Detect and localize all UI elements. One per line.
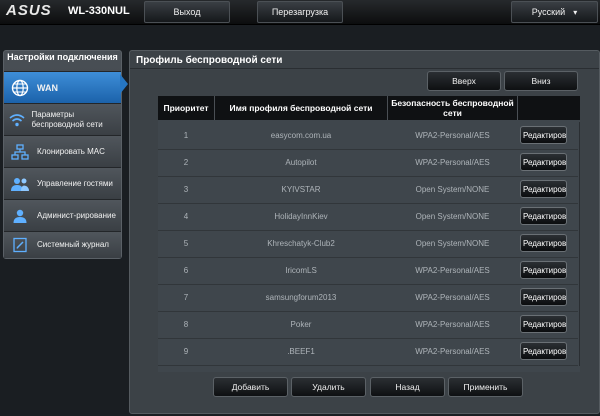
- security-cell: WPA2-Personal/AES: [415, 131, 490, 140]
- security-cell: WPA2-Personal/AES: [415, 266, 490, 275]
- sidebar-item-label: Параметры беспроводной сети: [31, 109, 103, 129]
- edit-button[interactable]: Редактиров: [520, 261, 567, 279]
- security-cell: WPA2-Personal/AES: [415, 293, 490, 302]
- priority-cell: 5: [183, 239, 189, 248]
- sidebar-item-guests[interactable]: Управление гостями: [4, 167, 121, 199]
- priority-cell: 4: [183, 212, 189, 221]
- priority-cell: 2: [183, 158, 189, 167]
- reboot-button[interactable]: Перезагрузка: [257, 1, 343, 23]
- edit-button[interactable]: Редактиров: [520, 288, 567, 306]
- sidebar-item-clone-mac[interactable]: Клонировать MAC: [4, 135, 121, 167]
- table-row[interactable]: 3 KYIVSTAR Open System/NONE Редактиров: [158, 176, 578, 204]
- sidebar: Настройки подключения WAN Параметры бесп…: [3, 50, 122, 259]
- table-row[interactable]: 8 Poker WPA2-Personal/AES Редактиров: [158, 311, 578, 339]
- profile-name-cell: samsungforum2013: [265, 293, 337, 302]
- table-row[interactable]: 5 Khreschatyk-Club2 Open System/NONE Ред…: [158, 230, 578, 258]
- column-header-security: Безопасность беспроводной сети: [388, 96, 518, 120]
- security-cell: WPA2-Personal/AES: [415, 320, 490, 329]
- profile-name-cell: .BEEF1: [287, 347, 315, 356]
- security-cell: WPA2-Personal/AES: [415, 347, 490, 356]
- profile-name-cell: Khreschatyk-Club2: [267, 239, 335, 248]
- sidebar-item-label: Управление гостями: [37, 178, 113, 188]
- back-button[interactable]: Назад: [370, 377, 445, 397]
- move-up-button[interactable]: Вверх: [427, 71, 501, 91]
- profile-name-cell: IricomLS: [285, 266, 317, 275]
- edit-button[interactable]: Редактиров: [520, 180, 567, 198]
- column-header-actions: [518, 96, 580, 120]
- priority-cell: 6: [183, 266, 189, 275]
- log-icon: [8, 237, 32, 253]
- chevron-down-icon: ▾: [573, 7, 578, 17]
- table-row[interactable]: 4 HolidayInnKiev Open System/NONE Редакт…: [158, 203, 578, 231]
- sidebar-item-wan[interactable]: WAN: [4, 71, 121, 103]
- profile-table: Приоритет Имя профиля беспроводной сети …: [158, 96, 580, 372]
- move-down-button[interactable]: Вниз: [504, 71, 578, 91]
- edit-button[interactable]: Редактиров: [520, 153, 567, 171]
- table-header: Приоритет Имя профиля беспроводной сети …: [158, 96, 580, 120]
- table-scrollbar[interactable]: [579, 122, 580, 366]
- network-icon: [8, 143, 32, 160]
- table-row[interactable]: 9 .BEEF1 WPA2-Personal/AES Редактиров: [158, 338, 578, 366]
- model-name: WL-330NUL: [68, 5, 130, 17]
- sidebar-item-administration[interactable]: Админист-рирование: [4, 199, 121, 231]
- priority-cell: 7: [183, 293, 189, 302]
- priority-cell: 8: [183, 320, 189, 329]
- priority-cell: 3: [183, 185, 189, 194]
- profile-name-cell: Poker: [290, 320, 312, 329]
- edit-button[interactable]: Редактиров: [520, 126, 567, 144]
- active-item-pointer: [120, 74, 128, 94]
- profile-name-cell: Autopilot: [285, 158, 317, 167]
- table-row[interactable]: 6 IricomLS WPA2-Personal/AES Редактиров: [158, 257, 578, 285]
- add-button[interactable]: Добавить: [213, 377, 288, 397]
- top-bar: ASUS WL-330NUL Выход Перезагрузка Русски…: [0, 0, 600, 25]
- sidebar-item-label: WAN: [37, 82, 58, 93]
- edit-button[interactable]: Редактиров: [520, 342, 567, 360]
- security-cell: Open System/NONE: [415, 185, 490, 194]
- sidebar-item-label: Системный журнал: [37, 240, 109, 249]
- security-cell: Open System/NONE: [415, 212, 490, 221]
- table-row[interactable]: 7 samsungforum2013 WPA2-Personal/AES Ред…: [158, 284, 578, 312]
- edit-button[interactable]: Редактиров: [520, 315, 567, 333]
- priority-cell: 9: [183, 347, 189, 356]
- logout-button[interactable]: Выход: [144, 1, 230, 23]
- asus-logo: ASUS: [6, 2, 52, 19]
- table-row[interactable]: 1 easycom.com.ua WPA2-Personal/AES Редак…: [158, 122, 578, 150]
- profile-name-cell: KYIVSTAR: [281, 185, 321, 194]
- sidebar-item-system-log[interactable]: Системный журнал: [4, 231, 121, 258]
- security-cell: WPA2-Personal/AES: [415, 158, 490, 167]
- edit-button[interactable]: Редактиров: [520, 207, 567, 225]
- sidebar-item-label: Админист-рирование: [37, 210, 116, 220]
- edit-button[interactable]: Редактиров: [520, 234, 567, 252]
- main-panel: Профиль беспроводной сети Вверх Вниз При…: [129, 50, 600, 414]
- profile-name-cell: HolidayInnKiev: [274, 212, 328, 221]
- delete-button[interactable]: Удалить: [291, 377, 366, 397]
- priority-cell: 1: [183, 131, 189, 140]
- security-cell: Open System/NONE: [415, 239, 490, 248]
- apply-button[interactable]: Применить: [448, 377, 523, 397]
- column-header-profile-name: Имя профиля беспроводной сети: [215, 96, 388, 120]
- title-divider: [130, 68, 599, 69]
- table-body: 1 easycom.com.ua WPA2-Personal/AES Редак…: [158, 122, 580, 366]
- admin-user-icon: [8, 208, 32, 224]
- page-title: Профиль беспроводной сети: [136, 55, 283, 66]
- column-header-priority: Приоритет: [158, 96, 215, 120]
- sidebar-heading: Настройки подключения: [7, 52, 118, 62]
- sidebar-item-label: Клонировать MAC: [37, 146, 105, 156]
- table-row[interactable]: 2 Autopilot WPA2-Personal/AES Редактиров: [158, 149, 578, 177]
- language-select[interactable]: Русский ▾: [511, 1, 598, 23]
- sidebar-item-wireless[interactable]: Параметры беспроводной сети: [4, 103, 121, 135]
- wifi-icon: [8, 112, 27, 128]
- language-label: Русский: [531, 7, 566, 17]
- profile-name-cell: easycom.com.ua: [270, 131, 332, 140]
- globe-icon: [8, 79, 32, 97]
- guests-icon: [8, 176, 32, 192]
